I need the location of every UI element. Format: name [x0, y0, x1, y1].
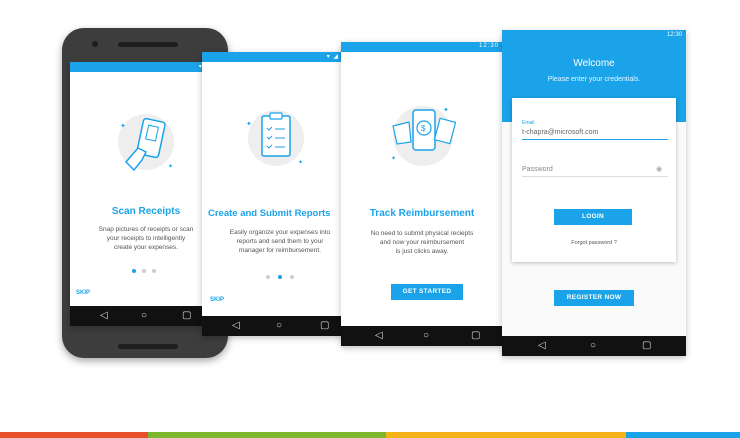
page-dot-active[interactable] — [278, 275, 282, 279]
camera — [92, 41, 98, 47]
skip-button[interactable]: SKIP — [210, 297, 224, 303]
svg-text:✦: ✦ — [120, 122, 126, 130]
login-button[interactable]: LOGIN — [554, 209, 632, 225]
screen-login: 12:30 Welcome Please enter your credenti… — [502, 30, 686, 356]
login-card: Email t-chapra@microsoft.com Password ◉ … — [512, 98, 676, 262]
desc-line: No need to submit physical reciepts — [370, 230, 474, 237]
status-bar: 12:30 — [341, 42, 503, 52]
register-now-button[interactable]: REGISTER NOW — [554, 290, 634, 306]
svg-text:$: $ — [421, 124, 426, 133]
stripe-green — [148, 432, 386, 438]
skip-button[interactable]: SKIP — [76, 290, 90, 296]
recents-icon[interactable]: ▢ — [471, 330, 480, 342]
login-subtitle: Please enter your credentials. — [547, 76, 641, 83]
page-dot[interactable] — [142, 269, 146, 273]
phone-receipt-icon: ✦ ✦ — [118, 114, 174, 172]
svg-text:✦: ✦ — [168, 163, 173, 170]
stripe-orange — [0, 432, 148, 438]
money-tracking-icon: $ ✦ ✦ — [391, 106, 457, 166]
back-icon[interactable]: ◁ — [100, 310, 108, 322]
svg-text:✦: ✦ — [298, 159, 303, 166]
forgot-password-link[interactable]: Forgot password ? — [512, 240, 676, 246]
get-started-button[interactable]: GET STARTED — [391, 284, 463, 300]
screen-track-reimbursement: 12:30 $ ✦ ✦ Track Reimbursement No need … — [341, 42, 503, 346]
page-dot[interactable] — [266, 275, 270, 279]
screen-create-reports: ▾ ◢ ▮ ✦ ✦ Create and Submit Reports Easi… — [202, 52, 350, 336]
screen-title: Track Reimbursement — [369, 208, 475, 219]
clipboard-icon: ✦ ✦ — [246, 110, 304, 166]
stripe-yellow — [386, 432, 626, 438]
email-field[interactable]: t-chapra@microsoft.com — [522, 129, 668, 140]
home-icon[interactable]: ○ — [423, 330, 429, 342]
page-dot[interactable] — [290, 275, 294, 279]
stripe-blue — [626, 432, 740, 438]
status-icons: 12:30 — [666, 32, 682, 38]
password-field[interactable]: Password — [522, 166, 668, 177]
email-label: Email — [522, 120, 535, 126]
page-dot-active[interactable] — [132, 269, 136, 273]
desc-line: your receipts to intelligently — [106, 235, 186, 242]
desc-line: create your expenses. — [114, 244, 178, 251]
desc-line: and now your reimbursement — [379, 239, 465, 246]
screen-scan-receipts: ▾ ◢ ▮ ✦ ✦ Scan Receipts Snap pictures of… — [70, 62, 222, 326]
home-icon[interactable]: ○ — [141, 310, 147, 322]
screen-description: No need to submit physical reciepts and … — [347, 229, 497, 256]
welcome-title: Welcome — [573, 58, 615, 69]
recents-icon[interactable]: ▢ — [182, 310, 191, 322]
back-icon[interactable]: ◁ — [538, 340, 546, 352]
screen-description: Snap pictures of receipts or scan your r… — [80, 225, 212, 252]
back-icon[interactable]: ◁ — [232, 320, 240, 332]
speaker-top — [118, 42, 178, 47]
status-bar: ▾ ◢ ▮ — [70, 62, 222, 72]
screen-description: Easily organize your expenses into repor… — [210, 228, 350, 255]
recents-icon[interactable]: ▢ — [642, 340, 651, 352]
status-bar: ▾ ◢ ▮ — [202, 52, 350, 62]
svg-text:✦: ✦ — [391, 155, 396, 162]
home-icon[interactable]: ○ — [276, 320, 282, 332]
nav-bar: ◁ ○ ▢ — [202, 316, 350, 336]
back-icon[interactable]: ◁ — [375, 330, 383, 342]
desc-line: is just clicks away. — [395, 248, 449, 255]
screen-title: Scan Receipts — [111, 206, 181, 217]
screen-title: Create and Submit Reports — [208, 208, 331, 219]
svg-text:✦: ✦ — [443, 106, 449, 114]
desc-line: reports and send them to your — [236, 238, 324, 245]
desc-line: manager for reimbursement. — [238, 247, 321, 254]
desc-line: Easily organize your expenses into — [229, 229, 331, 236]
nav-bar: ◁ ○ ▢ — [341, 326, 503, 346]
page-dot[interactable] — [152, 269, 156, 273]
speaker-bottom — [118, 344, 178, 349]
nav-bar: ◁ ○ ▢ — [70, 306, 222, 326]
recents-icon[interactable]: ▢ — [320, 320, 329, 332]
home-icon[interactable]: ○ — [590, 340, 596, 352]
eye-icon[interactable]: ◉ — [656, 165, 662, 173]
status-icons: 12:30 — [478, 43, 499, 49]
svg-text:✦: ✦ — [246, 120, 252, 128]
desc-line: Snap pictures of receipts or scan — [98, 226, 194, 233]
nav-bar: ◁ ○ ▢ — [502, 336, 686, 356]
